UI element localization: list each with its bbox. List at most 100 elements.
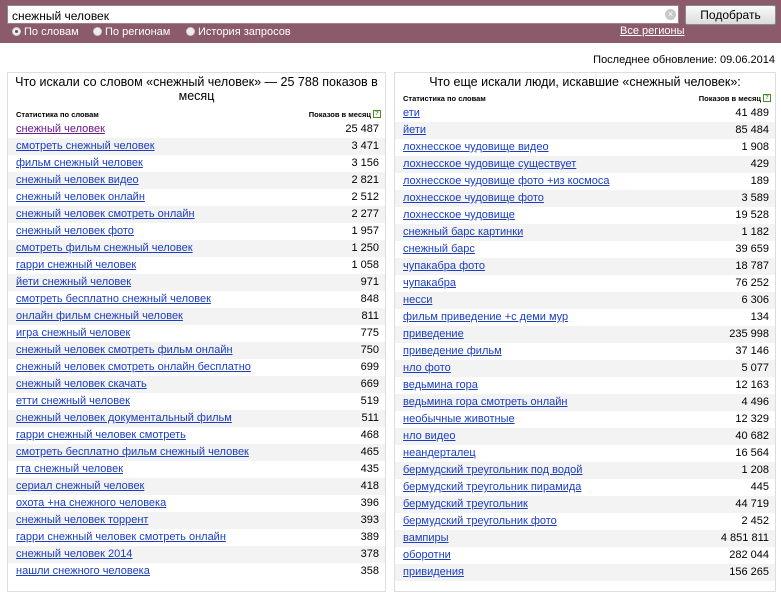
- query-link[interactable]: фильм приведение +с деми мур: [403, 311, 568, 323]
- query-link[interactable]: бермудский треугольник фото: [403, 515, 557, 527]
- radio-icon[interactable]: [93, 26, 102, 36]
- table-row: приведение 235 998: [395, 326, 775, 343]
- impressions-count: 435: [360, 463, 379, 475]
- search-button[interactable]: Подобрать: [685, 5, 776, 25]
- query-link[interactable]: снежный человек: [16, 123, 105, 135]
- mode-history[interactable]: История запросов: [186, 26, 291, 38]
- query-link[interactable]: снежный человек видео: [16, 174, 139, 186]
- query-link[interactable]: фильм снежный человек: [16, 157, 143, 169]
- table-row: оборотни 282 044: [395, 547, 775, 564]
- query-link[interactable]: снежный человек документальный фильм: [16, 412, 232, 424]
- table-row: етти снежный человек 519: [8, 393, 385, 410]
- impressions-count: 2 277: [351, 208, 379, 220]
- query-link[interactable]: смотреть фильм снежный человек: [16, 242, 193, 254]
- query-link[interactable]: снежный человек скачать: [16, 378, 147, 390]
- query-link[interactable]: снежный человек онлайн: [16, 191, 145, 203]
- column-query-header: Статистика по словам: [403, 94, 486, 103]
- query-link[interactable]: гарри снежный человек смотреть онлайн: [16, 531, 226, 543]
- query-link[interactable]: охота +на снежного человека: [16, 497, 166, 509]
- query-link[interactable]: неандерталец: [403, 447, 476, 459]
- query-link[interactable]: снежный человек смотреть онлайн бесплатн…: [16, 361, 251, 373]
- query-link[interactable]: йети снежный человек: [16, 276, 131, 288]
- query-link[interactable]: бермудский треугольник: [403, 498, 528, 510]
- query-link[interactable]: несси: [403, 294, 432, 306]
- impressions-count: 393: [360, 514, 379, 526]
- mode-by-regions[interactable]: По регионам: [93, 26, 170, 38]
- query-link[interactable]: етти снежный человек: [16, 395, 130, 407]
- table-row: чупакабра 76 252: [395, 275, 775, 292]
- search-input[interactable]: [7, 5, 679, 24]
- radio-icon[interactable]: [186, 26, 195, 36]
- query-link[interactable]: приведение: [403, 328, 464, 340]
- query-link[interactable]: лохнесское чудовище фото +из космоса: [403, 175, 609, 187]
- query-link[interactable]: нашли снежного человека: [16, 565, 150, 577]
- query-link[interactable]: смотреть снежный человек: [16, 140, 155, 152]
- query-link[interactable]: необычные животные: [403, 413, 515, 425]
- all-regions-link[interactable]: Все регионы: [620, 25, 685, 37]
- query-link[interactable]: сериал снежный человек: [16, 480, 144, 492]
- table-row: снежный человек документальный фильм 511: [8, 410, 385, 427]
- query-link[interactable]: снежный барс: [403, 243, 475, 255]
- query-link[interactable]: смотреть бесплатно снежный человек: [16, 293, 211, 305]
- query-link[interactable]: чупакабра фото: [403, 260, 485, 272]
- query-link[interactable]: оборотни: [403, 549, 451, 561]
- query-link[interactable]: снежный человек фото: [16, 225, 134, 237]
- clear-icon[interactable]: ×: [665, 9, 676, 20]
- table-row: нашли снежного человека 358: [8, 563, 385, 580]
- query-link[interactable]: игра снежный человек: [16, 327, 130, 339]
- query-link[interactable]: снежный барс картинки: [403, 226, 523, 238]
- query-link[interactable]: вампиры: [403, 532, 449, 544]
- table-row: вампиры 4 851 811: [395, 530, 775, 547]
- query-link[interactable]: йети: [403, 124, 426, 136]
- table-row: снежный человек смотреть фильм онлайн 750: [8, 342, 385, 359]
- table-row: снежный человек видео 2 821: [8, 172, 385, 189]
- mode-by-words[interactable]: По словам: [12, 26, 79, 38]
- table-row: фильм снежный человек 3 156: [8, 155, 385, 172]
- query-link[interactable]: ведьмина гора смотреть онлайн: [403, 396, 568, 408]
- impressions-count: 16 564: [735, 447, 769, 459]
- query-link[interactable]: нло видео: [403, 430, 455, 442]
- query-link[interactable]: нло фото: [403, 362, 451, 374]
- impressions-count: 468: [360, 429, 379, 441]
- impressions-count: 4 851 811: [720, 532, 769, 544]
- query-link[interactable]: ведьмина гора: [403, 379, 478, 391]
- column-count-header: Показов в месяц?: [309, 110, 381, 119]
- query-link[interactable]: приведение фильм: [403, 345, 502, 357]
- query-link[interactable]: онлайн фильм снежный человек: [16, 310, 183, 322]
- help-icon[interactable]: ?: [373, 110, 381, 118]
- mode-label: История запросов: [198, 26, 291, 38]
- help-icon[interactable]: ?: [763, 94, 771, 102]
- impressions-count: 235 998: [729, 328, 769, 340]
- query-link[interactable]: снежный человек смотреть фильм онлайн: [16, 344, 233, 356]
- query-link[interactable]: гарри снежный человек: [16, 259, 136, 271]
- query-link[interactable]: смотреть бесплатно фильм снежный человек: [16, 446, 249, 458]
- impressions-count: 3 156: [351, 157, 379, 169]
- query-link[interactable]: привидения: [403, 566, 464, 578]
- query-link[interactable]: снежный человек 2014: [16, 548, 132, 560]
- table-row: нло видео 40 682: [395, 428, 775, 445]
- query-link[interactable]: лохнесское чудовище фото: [403, 192, 544, 204]
- radio-selected-icon[interactable]: [12, 26, 21, 36]
- impressions-count: 1 908: [741, 141, 769, 153]
- table-row: смотреть бесплатно снежный человек 848: [8, 291, 385, 308]
- query-link[interactable]: гарри снежный человек смотреть: [16, 429, 186, 441]
- table-row: снежный человек фото 1 957: [8, 223, 385, 240]
- query-link[interactable]: лохнесское чудовище: [403, 209, 515, 221]
- query-link[interactable]: снежный человек смотреть онлайн: [16, 208, 195, 220]
- query-link[interactable]: снежный человек торрент: [16, 514, 148, 526]
- query-link[interactable]: ети: [403, 107, 420, 119]
- table-row: ведьмина гора смотреть онлайн 4 496: [395, 394, 775, 411]
- query-link[interactable]: гта снежный человек: [16, 463, 123, 475]
- table-row: ведьмина гора 12 163: [395, 377, 775, 394]
- impressions-count: 19 528: [735, 209, 769, 221]
- query-link[interactable]: бермудский треугольник под водой: [403, 464, 582, 476]
- query-link[interactable]: бермудский треугольник пирамида: [403, 481, 581, 493]
- impressions-count: 1 250: [351, 242, 379, 254]
- impressions-count: 2 452: [741, 515, 769, 527]
- column-count-header: Показов в месяц?: [699, 94, 771, 103]
- query-link[interactable]: чупакабра: [403, 277, 456, 289]
- left-panel-title: Что искали со словом «снежный человек» —…: [15, 75, 378, 103]
- query-link[interactable]: лохнесское чудовище видео: [403, 141, 549, 153]
- query-link[interactable]: лохнесское чудовище существует: [403, 158, 576, 170]
- impressions-count: 811: [361, 310, 379, 322]
